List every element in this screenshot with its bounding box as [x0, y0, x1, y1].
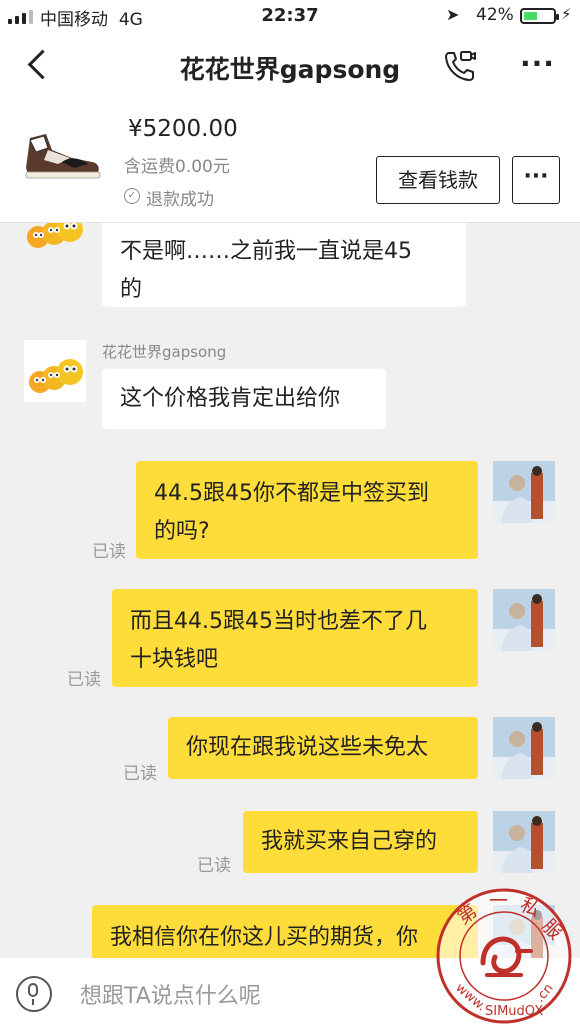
message-text: 我就买来自己穿的: [261, 829, 438, 854]
watermark-stamp: 第 一 私 服 www. SIMudOX .cn: [436, 888, 572, 1024]
user-avatar[interactable]: [493, 589, 555, 651]
message-bubble[interactable]: 我就买来自己穿的: [243, 811, 478, 873]
microphone-icon[interactable]: [16, 976, 52, 1012]
svg-text:一: 一: [489, 890, 508, 912]
view-money-button[interactable]: 查看钱款: [376, 156, 500, 204]
message-text: 十块钱吧: [130, 647, 219, 672]
message-bubble[interactable]: 而且44.5跟45当时也差不了几 十块钱吧: [112, 589, 478, 687]
nav-bar: 花花世界gapsong ···: [0, 32, 580, 100]
user-avatar[interactable]: [493, 717, 555, 779]
charging-icon: ⚡: [561, 5, 572, 23]
message-text: 你现在跟我说这些未免太: [186, 735, 429, 760]
read-receipt: 已读: [67, 670, 101, 690]
video-call-icon[interactable]: [442, 48, 478, 84]
message-bubble[interactable]: 不是啊……之前我一直说是45 的: [102, 223, 466, 307]
more-dots-icon[interactable]: ···: [520, 50, 555, 78]
refund-status: 退款成功: [146, 190, 214, 210]
user-avatar[interactable]: [493, 811, 555, 873]
message-bubble[interactable]: 我相信你在你这儿买的期货，你: [92, 905, 478, 958]
message-text: 这个价格我肯定出给你: [120, 386, 341, 411]
message-text: 我相信你在你这儿买的期货，你: [110, 925, 419, 950]
emoji-avatar[interactable]: [24, 340, 86, 402]
shipping-fee: 含运费0.00元: [124, 157, 230, 177]
page-title: 花花世界gapsong: [179, 55, 401, 84]
product-card[interactable]: ¥5200.00 含运费0.00元 ✓ 退款成功 查看钱款 ···: [0, 100, 580, 223]
check-circle-icon: ✓: [124, 188, 140, 204]
read-receipt: 已读: [197, 856, 231, 876]
sneaker-thumbnail: [25, 134, 101, 179]
message-input[interactable]: 想跟TA说点什么呢: [80, 978, 261, 1010]
product-price: ¥5200.00: [128, 116, 238, 142]
status-bar: 中国移动 4G 22:37 ➤ 42% ⚡: [0, 0, 580, 32]
message-text: 而且44.5跟45当时也差不了几: [130, 609, 427, 634]
chevron-left-icon[interactable]: [26, 48, 52, 82]
battery-icon: [520, 8, 559, 24]
message-text: 不是啊……之前我一直说是45: [120, 239, 412, 264]
message-text: 的: [120, 277, 143, 302]
read-receipt: 已读: [123, 764, 157, 784]
message-bubble[interactable]: 你现在跟我说这些未免太: [168, 717, 478, 779]
sender-name: 花花世界gapsong: [102, 343, 227, 361]
user-avatar[interactable]: [493, 461, 555, 523]
svg-text:SIMudOX: SIMudOX: [485, 1004, 543, 1019]
location-arrow-icon: ➤: [446, 5, 460, 24]
message-bubble[interactable]: 44.5跟45你不都是中签买到 的吗?: [136, 461, 478, 559]
product-more-button[interactable]: ···: [512, 156, 560, 204]
chat-area[interactable]: 不是啊……之前我一直说是45 的 花花世界gapsong 这个价格我肯定出给你 …: [0, 223, 580, 958]
emoji-avatar[interactable]: [24, 223, 86, 259]
battery-percent: 42%: [476, 5, 514, 25]
read-receipt: 已读: [92, 542, 126, 562]
message-bubble[interactable]: 这个价格我肯定出给你: [102, 369, 386, 429]
message-text: 的吗?: [154, 519, 210, 544]
message-text: 44.5跟45你不都是中签买到: [154, 481, 429, 506]
